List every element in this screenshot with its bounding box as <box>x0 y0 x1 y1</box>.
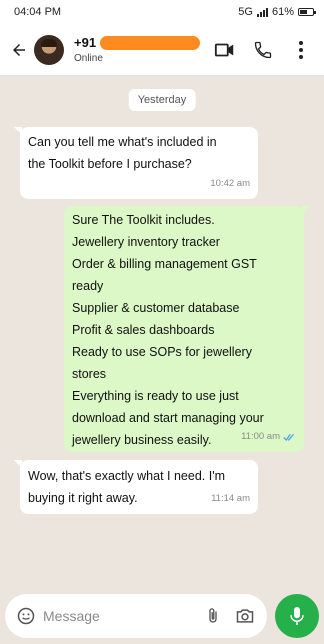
attach-icon[interactable] <box>201 604 225 628</box>
back-arrow-icon[interactable] <box>6 37 32 63</box>
video-call-icon[interactable] <box>212 37 238 63</box>
message-text: Jewellery inventory tracker <box>72 235 220 249</box>
contact-status: Online <box>74 53 103 64</box>
battery-percent: 61% <box>271 6 294 18</box>
header-actions <box>212 37 324 63</box>
message-input[interactable] <box>43 608 183 624</box>
more-vertical-icon[interactable] <box>288 37 314 63</box>
message-outgoing[interactable]: Sure The Toolkit includes. Jewellery inv… <box>64 206 310 452</box>
message-text: Can you tell me what's included in <box>28 135 217 149</box>
message-text: Wow, that's exactly what I need. I'm <box>28 469 225 483</box>
message-text: stores <box>72 367 107 381</box>
message-text: Ready to use SOPs for jewellery <box>72 345 252 359</box>
battery-icon <box>298 8 316 16</box>
contact-name: +91 <box>74 35 201 50</box>
camera-icon[interactable] <box>233 604 257 628</box>
emoji-icon[interactable] <box>15 605 37 627</box>
date-divider: Yesterday <box>128 89 196 111</box>
phone-icon[interactable] <box>250 37 276 63</box>
message-time: 11:14 am <box>211 493 250 504</box>
message-text: Supplier & customer database <box>72 301 240 315</box>
message-incoming[interactable]: Wow, that's exactly what I need. I'm buy… <box>14 460 258 514</box>
message-text: Sure The Toolkit includes. <box>72 213 215 227</box>
double-check-icon <box>283 433 295 441</box>
chat-area[interactable]: Yesterday Can you tell me what's include… <box>0 76 324 590</box>
network-label: 5G <box>238 6 253 18</box>
avatar[interactable] <box>34 34 64 65</box>
mic-button[interactable] <box>275 594 319 638</box>
message-time: 11:00 am <box>241 431 280 442</box>
signal-icon <box>256 7 268 17</box>
chat-header: +91 Online <box>0 24 324 76</box>
message-text: ready <box>72 279 104 293</box>
mic-icon <box>290 607 304 625</box>
status-bar: 04:04 PM 5G 61% <box>0 0 324 24</box>
message-time: 10:42 am <box>210 178 250 189</box>
message-text: Everything is ready to use just <box>72 389 239 403</box>
status-time: 04:04 PM <box>14 6 62 18</box>
message-text: Profit & sales dashboards <box>72 323 215 337</box>
message-text: Order & billing management GST <box>72 257 257 271</box>
redacted-number <box>100 35 201 50</box>
message-incoming[interactable]: Can you tell me what's included in the T… <box>14 127 258 199</box>
contact-info[interactable]: +91 Online <box>74 35 201 64</box>
contact-name-prefix: +91 <box>74 35 97 50</box>
status-indicators: 5G 61% <box>238 6 316 18</box>
message-text: the Toolkit before I purchase? <box>28 157 192 171</box>
message-composer <box>5 594 267 638</box>
